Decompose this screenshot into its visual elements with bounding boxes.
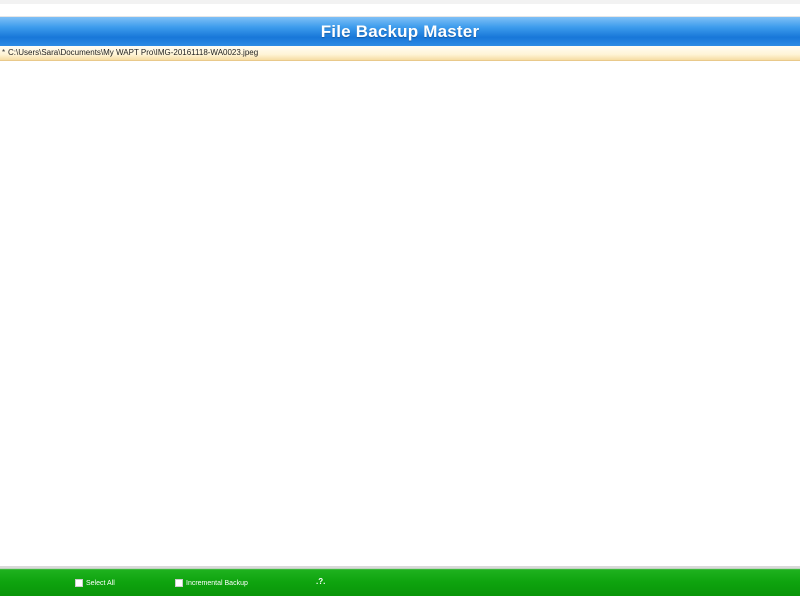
incremental-backup-checkbox-item[interactable]: Incremental Backup — [175, 579, 248, 587]
app-window: File Backup Master * C:\Users\Sara\Docum… — [0, 0, 800, 600]
title-bar: File Backup Master — [0, 17, 800, 46]
select-all-checkbox-item[interactable]: Select All — [75, 579, 115, 587]
footer-bar: Select All Incremental Backup .?. — [0, 566, 800, 596]
top-strip — [0, 0, 800, 17]
file-path-text: C:\Users\Sara\Documents\My WAPT Pro\IMG-… — [8, 48, 259, 57]
incremental-backup-label[interactable]: Incremental Backup — [186, 580, 248, 587]
path-marker: * — [1, 48, 6, 57]
file-path-row[interactable]: * C:\Users\Sara\Documents\My WAPT Pro\IM… — [0, 46, 800, 61]
app-title: File Backup Master — [320, 21, 480, 41]
bottom-edge — [0, 596, 800, 600]
help-link[interactable]: .?. — [316, 577, 325, 586]
incremental-backup-checkbox-icon[interactable] — [175, 579, 183, 587]
select-all-checkbox-icon[interactable] — [75, 579, 83, 587]
select-all-label[interactable]: Select All — [86, 580, 115, 587]
file-list-area[interactable] — [0, 61, 800, 566]
